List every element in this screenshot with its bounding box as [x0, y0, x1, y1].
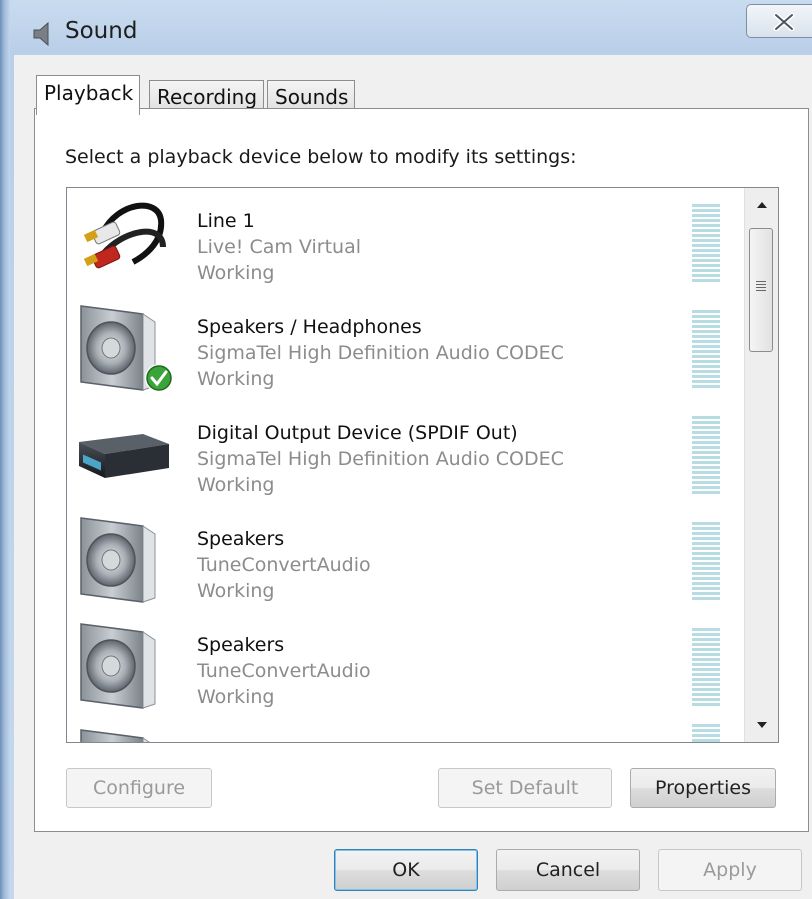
speaker-icon — [33, 21, 49, 47]
device-driver: TuneConvertAudio — [197, 660, 371, 682]
level-meter — [692, 204, 720, 282]
level-meter — [692, 522, 720, 600]
device-status: Working — [197, 474, 275, 496]
device-driver: TuneConvertAudio — [197, 554, 371, 576]
list-item[interactable] — [67, 718, 743, 743]
vertical-scrollbar[interactable] — [744, 188, 778, 742]
window-title: Sound — [65, 18, 138, 44]
instruction-text: Select a playback device below to modify… — [65, 146, 577, 168]
level-meter — [692, 310, 720, 388]
list-item[interactable]: Speakers TuneConvertAudio Working — [67, 612, 743, 718]
arrow-down-icon — [756, 722, 767, 728]
close-button[interactable] — [746, 4, 812, 38]
scroll-up-button[interactable] — [745, 188, 778, 222]
speaker-icon — [73, 298, 173, 392]
device-name: Line 1 — [197, 210, 255, 232]
tab-playback[interactable]: Playback — [36, 75, 141, 115]
list-item[interactable]: Speakers / Headphones SigmaTel High Defi… — [67, 294, 743, 400]
device-name: Speakers / Headphones — [197, 316, 422, 338]
grip-icon — [756, 281, 766, 293]
list-item[interactable]: Digital Output Device (SPDIF Out) SigmaT… — [67, 400, 743, 506]
sound-dialog: Sound Playback Recording Sounds Select a… — [0, 0, 812, 899]
list-item[interactable]: Speakers TuneConvertAudio Working — [67, 506, 743, 612]
device-status: Working — [197, 686, 275, 708]
device-name: Speakers — [197, 528, 285, 550]
set-default-button[interactable]: Set Default — [438, 768, 612, 808]
rca-cable-icon — [83, 202, 166, 269]
device-list[interactable]: Line 1 Live! Cam Virtual Working Speaker… — [66, 187, 779, 743]
tab-label: Sounds — [275, 85, 349, 109]
scroll-down-button[interactable] — [745, 708, 778, 742]
list-item[interactable]: Line 1 Live! Cam Virtual Working — [67, 188, 743, 294]
device-name: Digital Output Device (SPDIF Out) — [197, 422, 518, 444]
receiver-icon — [79, 434, 169, 478]
dialog-client-area: Playback Recording Sounds Select a playb… — [14, 55, 812, 899]
device-status: Working — [197, 368, 275, 390]
close-icon — [773, 13, 795, 31]
speaker-icon — [73, 510, 173, 610]
level-meter — [692, 628, 720, 706]
ok-button[interactable]: OK — [334, 849, 478, 891]
scroll-thumb[interactable] — [749, 228, 773, 352]
arrow-up-icon — [756, 202, 767, 208]
title-bar[interactable]: Sound — [10, 0, 812, 62]
tab-label: Recording — [157, 85, 258, 109]
level-meter — [692, 724, 720, 742]
properties-button[interactable]: Properties — [630, 768, 776, 808]
cancel-button[interactable]: Cancel — [496, 849, 640, 891]
window-frame-edge — [0, 0, 10, 899]
speaker-icon — [73, 616, 173, 716]
configure-button[interactable]: Configure — [66, 768, 212, 808]
device-driver: SigmaTel High Definition Audio CODEC — [197, 448, 564, 470]
tab-label: Playback — [44, 81, 134, 105]
speaker-icon — [73, 722, 173, 743]
apply-button[interactable]: Apply — [658, 849, 802, 891]
device-driver: Live! Cam Virtual — [197, 236, 361, 258]
level-meter — [692, 416, 720, 494]
device-name: Speakers — [197, 634, 285, 656]
device-status: Working — [197, 580, 275, 602]
device-status: Working — [197, 262, 275, 284]
playback-tab-panel: Select a playback device below to modify… — [34, 108, 809, 832]
device-driver: SigmaTel High Definition Audio CODEC — [197, 342, 564, 364]
